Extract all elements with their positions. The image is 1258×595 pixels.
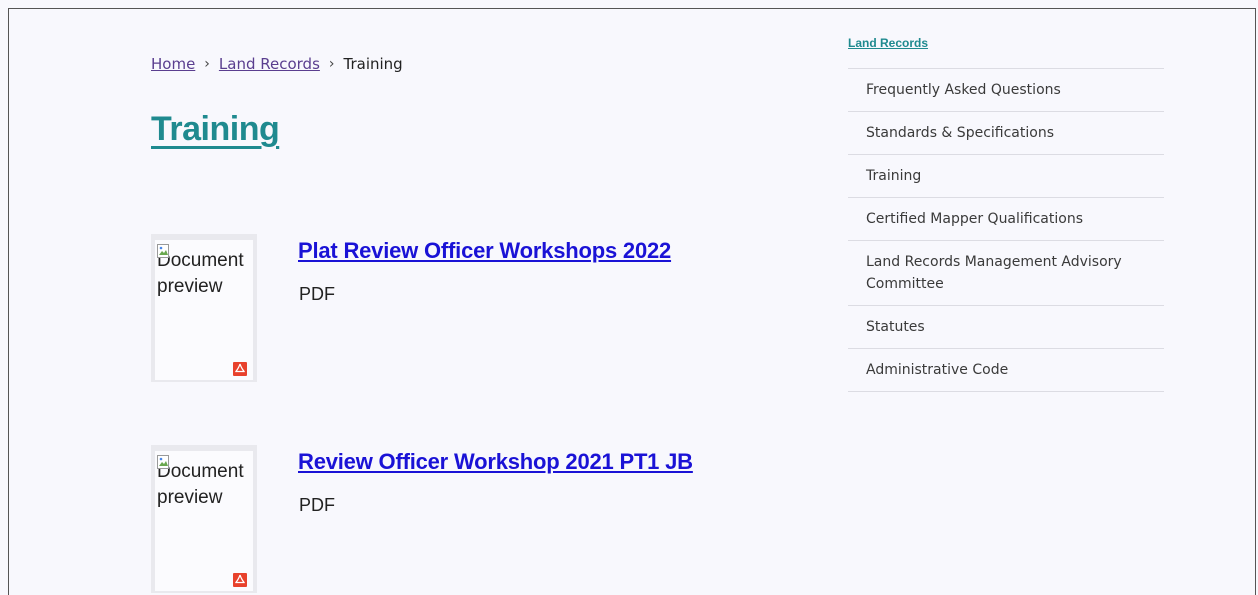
broken-image-icon — [157, 240, 171, 258]
document-title-link[interactable]: Plat Review Officer Workshops 2022 — [298, 238, 671, 264]
breadcrumb-separator: › — [204, 56, 210, 72]
sidebar-item-standards[interactable]: Standards & Specifications — [848, 112, 1164, 155]
breadcrumb-home-link[interactable]: Home — [151, 55, 195, 73]
sidebar-item-administrative-code[interactable]: Administrative Code — [848, 349, 1164, 392]
breadcrumb-current: Training — [343, 55, 403, 73]
document-preview-thumbnail[interactable]: Document preview — [151, 234, 257, 382]
broken-image-icon — [157, 451, 171, 469]
sidebar-item-training[interactable]: Training — [848, 155, 1164, 198]
document-preview-thumbnail[interactable]: Document preview — [151, 445, 257, 593]
sidebar-item-statutes[interactable]: Statutes — [848, 306, 1164, 349]
pdf-icon — [233, 573, 247, 587]
breadcrumb-land-records-link[interactable]: Land Records — [219, 55, 320, 73]
breadcrumb: Home › Land Records › Training — [151, 55, 403, 73]
document-type-label: PDF — [299, 495, 335, 515]
breadcrumb-separator: › — [328, 56, 335, 72]
sidebar-heading-link[interactable]: Land Records — [848, 34, 1164, 69]
sidebar-item-advisory-committee[interactable]: Land Records Management Advisory Committ… — [848, 241, 1164, 306]
sidebar-item-certified-mapper[interactable]: Certified Mapper Qualifications — [848, 198, 1164, 241]
sidebar-item-faq[interactable]: Frequently Asked Questions — [848, 69, 1164, 112]
document-title-link[interactable]: Review Officer Workshop 2021 PT1 JB — [298, 449, 693, 475]
sidebar-nav: Land Records Frequently Asked Questions … — [848, 34, 1164, 392]
document-type-label: PDF — [299, 284, 335, 304]
pdf-icon — [233, 362, 247, 376]
page-title[interactable]: Training — [151, 110, 280, 149]
sidebar-list: Frequently Asked Questions Standards & S… — [848, 69, 1164, 392]
